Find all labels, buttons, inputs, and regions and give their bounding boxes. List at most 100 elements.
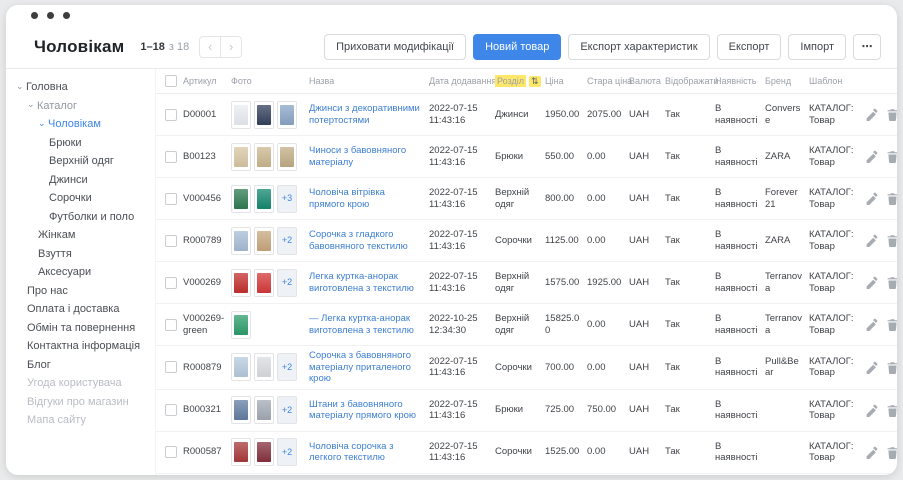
sidebar-item-blog[interactable]: Блог — [6, 356, 155, 375]
product-name-link[interactable]: — Легка куртка-анорак виготовлена з текс… — [309, 313, 414, 336]
product-photo-thumbnail[interactable] — [231, 185, 251, 213]
sort-icon[interactable]: ⇅ — [529, 76, 541, 87]
product-photo-thumbnail[interactable] — [231, 269, 251, 297]
sidebar-item-accessories[interactable]: Аксесуари — [6, 263, 155, 282]
row-checkbox[interactable] — [165, 277, 177, 289]
product-photo-thumbnail[interactable] — [231, 396, 251, 424]
product-photo-thumbnail[interactable] — [231, 353, 251, 381]
pagination-next-button[interactable]: › — [220, 36, 242, 58]
product-photo-thumbnail[interactable] — [254, 269, 274, 297]
sidebar-item-payment-delivery[interactable]: Оплата і доставка — [6, 300, 155, 319]
product-photo-thumbnail[interactable] — [277, 143, 297, 171]
more-photos-badge[interactable]: +3 — [277, 185, 297, 213]
more-photos-badge[interactable]: +2 — [277, 269, 297, 297]
window-control-dot[interactable] — [63, 12, 70, 19]
row-checkbox[interactable] — [165, 193, 177, 205]
delete-button[interactable] — [886, 234, 897, 247]
hide-modifications-button[interactable]: Приховати модифікації — [324, 34, 466, 60]
delete-button[interactable] — [886, 318, 897, 331]
product-name-link[interactable]: Джинси з декоративними потертостями — [309, 103, 420, 126]
row-checkbox[interactable] — [165, 404, 177, 416]
product-photo-thumbnail[interactable] — [231, 143, 251, 171]
sidebar-item-store-reviews[interactable]: Відгуки про магазин — [6, 393, 155, 412]
sidebar-item-shoes[interactable]: Взуття — [6, 245, 155, 264]
product-name-link[interactable]: Чоловіча вітрівка прямого крою — [309, 187, 385, 210]
sidebar-item-about-us[interactable]: Про нас — [6, 282, 155, 301]
select-all-checkbox[interactable] — [165, 75, 177, 87]
column-header-template[interactable]: Шаблон — [806, 69, 862, 94]
row-checkbox[interactable] — [165, 319, 177, 331]
product-photo-thumbnail[interactable] — [254, 438, 274, 466]
product-name-link[interactable]: Легка куртка-анорак виготовлена з тексти… — [309, 271, 414, 294]
row-checkbox[interactable] — [165, 361, 177, 373]
sidebar-item-user-agreement[interactable]: Угода користувача — [6, 374, 155, 393]
row-checkbox[interactable] — [165, 151, 177, 163]
product-photo-thumbnail[interactable] — [254, 396, 274, 424]
sidebar-item-tshirts-polo[interactable]: Футболки и поло — [6, 208, 155, 227]
edit-button[interactable] — [865, 150, 878, 163]
sidebar-item-home[interactable]: ⌄Головна — [6, 78, 155, 97]
product-photo-thumbnail[interactable] — [254, 185, 274, 213]
edit-button[interactable] — [865, 404, 878, 417]
column-header-display[interactable]: Відображати — [662, 69, 712, 94]
new-product-button[interactable]: Новий товар — [473, 34, 561, 60]
edit-button[interactable] — [865, 318, 878, 331]
column-header-currency[interactable]: Валюта — [626, 69, 662, 94]
export-characteristics-button[interactable]: Експорт характеристик — [568, 34, 709, 60]
product-photo-thumbnail[interactable] — [254, 101, 274, 129]
sidebar-item-shirts[interactable]: Сорочки — [6, 189, 155, 208]
column-header-photo[interactable]: Фото — [228, 69, 306, 94]
edit-button[interactable] — [865, 192, 878, 205]
row-checkbox[interactable] — [165, 109, 177, 121]
edit-button[interactable] — [865, 234, 878, 247]
delete-button[interactable] — [886, 404, 897, 417]
column-header-sku[interactable]: Артикул — [180, 69, 228, 94]
more-photos-badge[interactable]: +2 — [277, 438, 297, 466]
sidebar-item-exchange-return[interactable]: Обмін та повернення — [6, 319, 155, 338]
row-checkbox[interactable] — [165, 235, 177, 247]
product-photo-thumbnail[interactable] — [231, 101, 251, 129]
column-header-price[interactable]: Ціна — [542, 69, 584, 94]
edit-button[interactable] — [865, 446, 878, 459]
product-name-link[interactable]: Сорочка з гладкого бавовняного текстилю — [309, 229, 408, 252]
product-name-link[interactable]: Штани з бавовняного матеріалу прямого кр… — [309, 399, 416, 422]
sidebar-item-men[interactable]: ⌄Чоловікам — [6, 115, 155, 134]
product-name-link[interactable]: Сорочка з бавовняного матеріалу притален… — [309, 350, 411, 384]
window-control-dot[interactable] — [31, 12, 38, 19]
more-photos-badge[interactable]: +2 — [277, 353, 297, 381]
product-photo-thumbnail[interactable] — [231, 438, 251, 466]
import-button[interactable]: Імпорт — [788, 34, 846, 60]
delete-button[interactable] — [886, 276, 897, 289]
pagination-prev-button[interactable]: ‹ — [199, 36, 221, 58]
edit-button[interactable] — [865, 276, 878, 289]
sidebar-item-women[interactable]: Жінкам — [6, 226, 155, 245]
product-name-link[interactable]: Чиноси з бавовняного матеріалу — [309, 145, 406, 168]
more-photos-badge[interactable]: +2 — [277, 227, 297, 255]
delete-button[interactable] — [886, 361, 897, 374]
sidebar-item-jeans[interactable]: Джинси — [6, 171, 155, 190]
product-photo-thumbnail[interactable] — [231, 311, 251, 339]
column-header-availability[interactable]: Наявність — [712, 69, 762, 94]
column-header-brand[interactable]: Бренд — [762, 69, 806, 94]
delete-button[interactable] — [886, 108, 897, 121]
product-photo-thumbnail[interactable] — [254, 227, 274, 255]
column-header-old-price[interactable]: Стара ціна — [584, 69, 626, 94]
window-control-dot[interactable] — [47, 12, 54, 19]
row-checkbox[interactable] — [165, 446, 177, 458]
delete-button[interactable] — [886, 150, 897, 163]
more-button[interactable]: ⋯ — [853, 34, 881, 60]
product-name-link[interactable]: Чоловіча сорочка з легкого текстилю — [309, 441, 393, 464]
product-photo-thumbnail[interactable] — [254, 143, 274, 171]
sidebar-item-catalog[interactable]: ⌄Каталог — [6, 97, 155, 116]
column-header-date-added[interactable]: Дата додавання — [426, 69, 492, 94]
product-photo-thumbnail[interactable] — [277, 101, 297, 129]
sidebar-item-sitemap[interactable]: Мапа сайту — [6, 411, 155, 430]
more-photos-badge[interactable]: +2 — [277, 396, 297, 424]
sidebar-item-contact-info[interactable]: Контактна інформація — [6, 337, 155, 356]
edit-button[interactable] — [865, 361, 878, 374]
column-header-section[interactable]: Розділ⇅ — [492, 69, 542, 94]
delete-button[interactable] — [886, 192, 897, 205]
export-button[interactable]: Експорт — [717, 34, 782, 60]
sidebar-item-pants[interactable]: Брюки — [6, 134, 155, 153]
product-photo-thumbnail[interactable] — [231, 227, 251, 255]
